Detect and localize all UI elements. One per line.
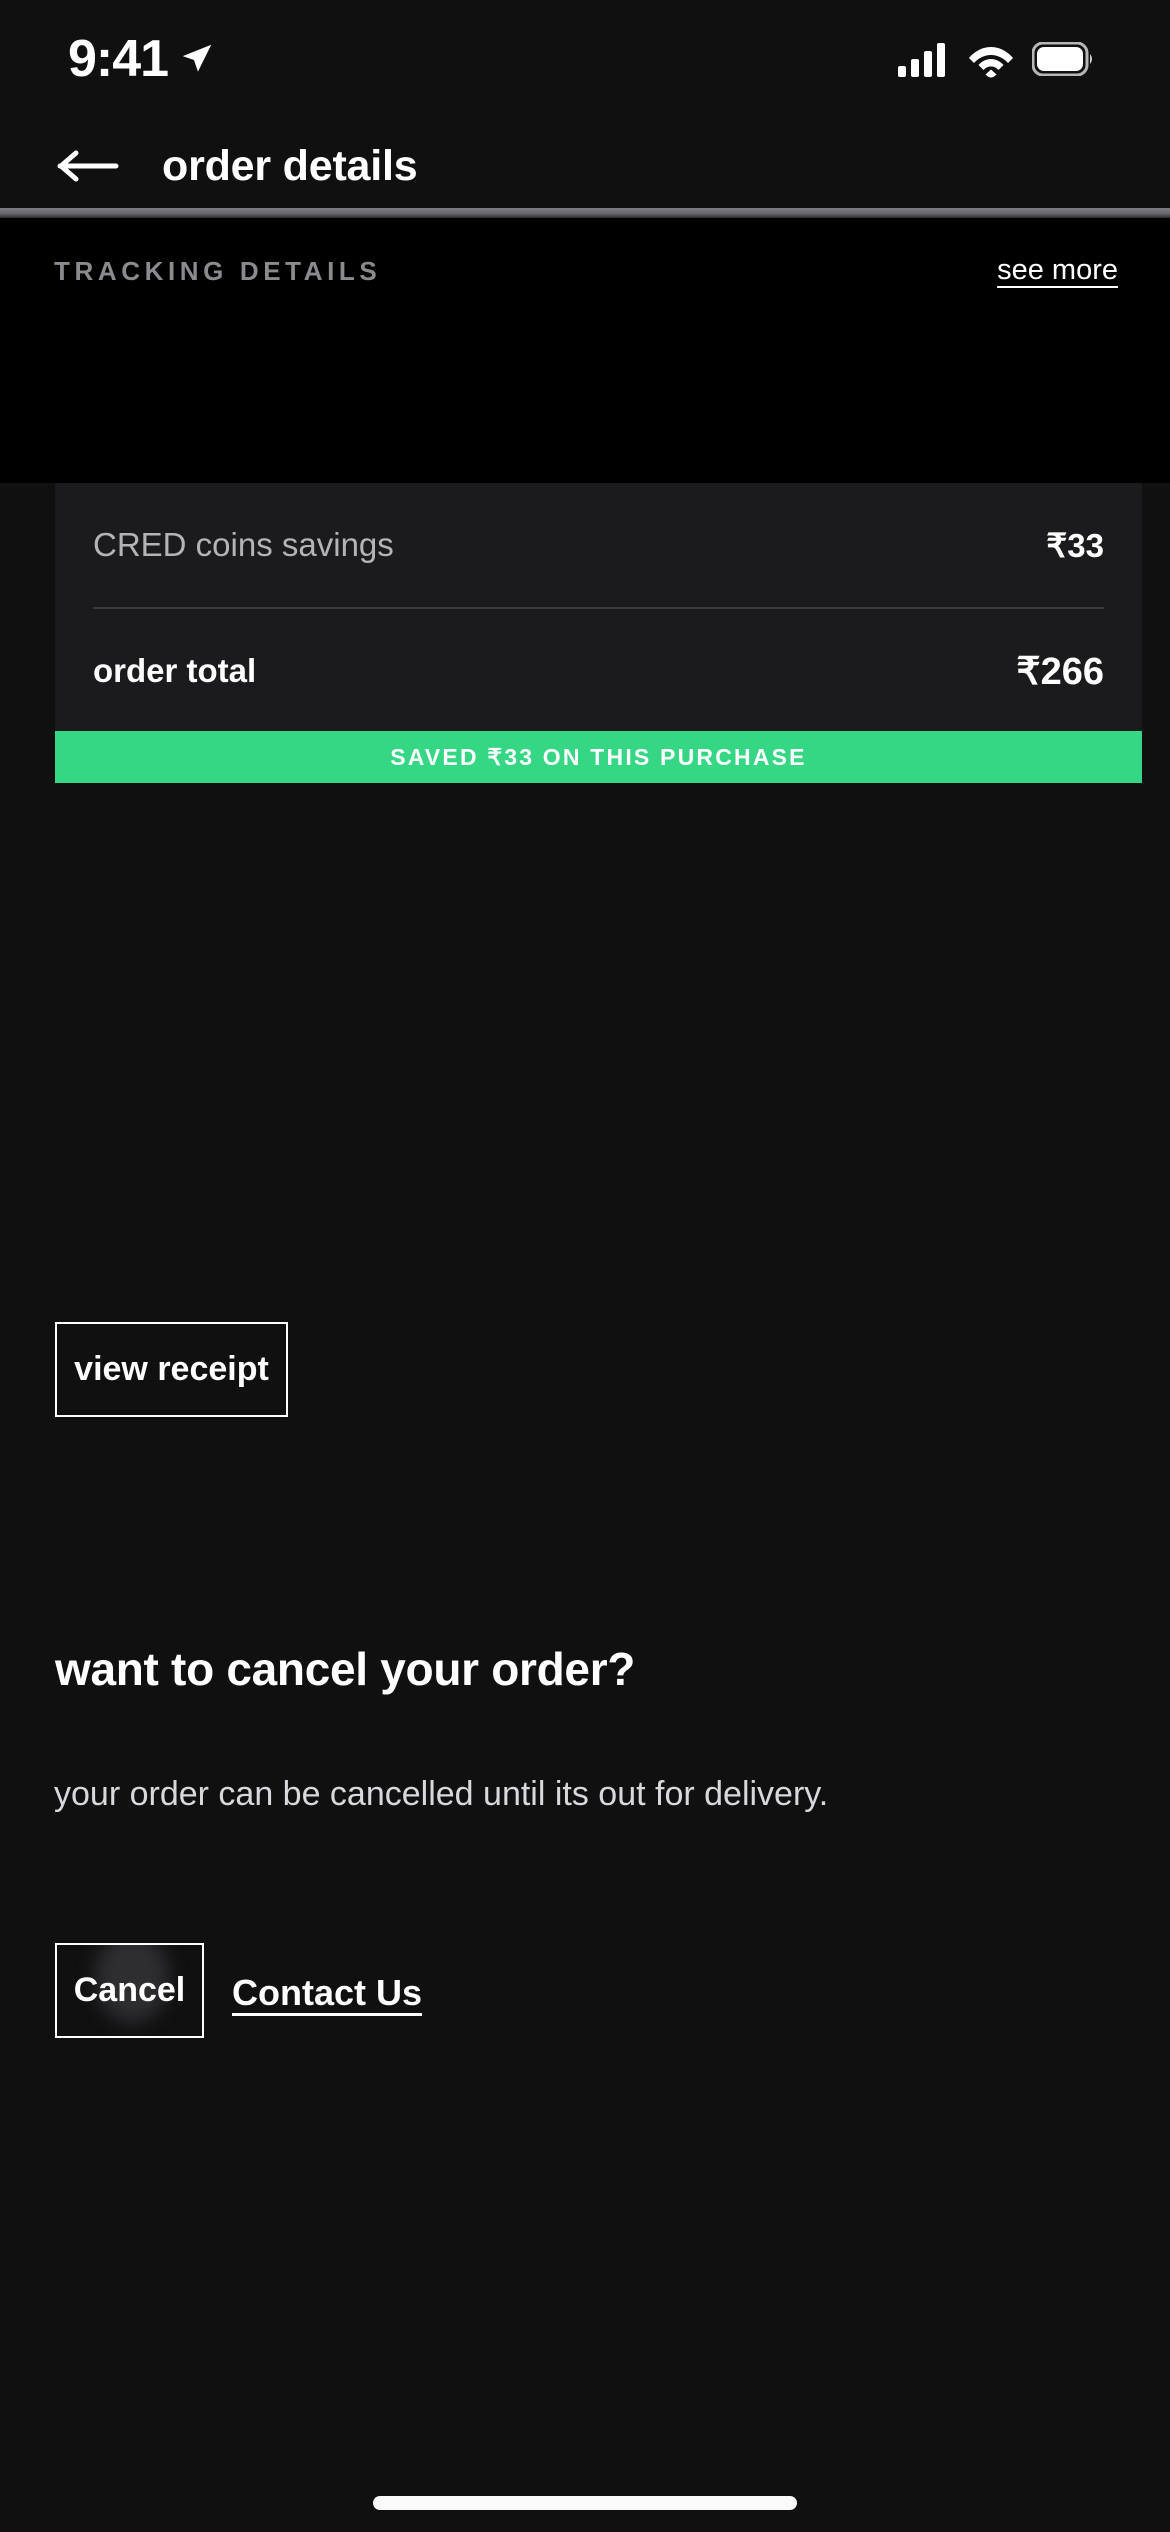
cancel-order-label: Cancel: [73, 1971, 186, 2009]
summary-value: ₹266: [1016, 650, 1104, 693]
cancel-section-title: want to cancel your order?: [55, 1643, 636, 1695]
summary-value: ₹33: [1046, 526, 1104, 564]
home-indicator[interactable]: [373, 2496, 797, 2510]
order-summary-card: CRED coins savings ₹33 order total ₹266: [55, 483, 1142, 731]
wifi-icon: [969, 47, 1013, 78]
cellular-bars-icon: [898, 43, 945, 77]
cancel-section-description: your order can be cancelled until its ou…: [54, 1775, 829, 1813]
back-button[interactable]: [40, 118, 136, 214]
tracking-header-row: TRACKING DETAILS see more: [0, 218, 1170, 287]
status-bar: 9:41: [0, 0, 1170, 118]
contact-us-link[interactable]: Contact Us: [232, 1972, 422, 2014]
page-title: order details: [162, 141, 418, 190]
summary-label: CRED coins savings: [93, 526, 394, 563]
see-more-link[interactable]: see more: [997, 254, 1118, 287]
status-bar-right: [898, 40, 1094, 78]
tracking-section-label: TRACKING DETAILS: [54, 256, 382, 286]
tracking-details-section: TRACKING DETAILS see more order confirme…: [0, 218, 1170, 483]
summary-label: order total: [93, 652, 257, 689]
saved-amount-text: SAVED ₹33 ON THIS PURCHASE: [390, 743, 807, 770]
summary-row-order-total: order total ₹266: [93, 609, 1104, 733]
page-header: order details: [0, 118, 1170, 214]
header-divider: [0, 208, 1170, 218]
saved-amount-banner: SAVED ₹33 ON THIS PURCHASE: [55, 731, 1142, 783]
battery-full-icon: [1032, 42, 1092, 76]
summary-row-cred-coins-savings: CRED coins savings ₹33: [93, 483, 1104, 607]
view-receipt-label: view receipt: [74, 1350, 269, 1388]
status-bar-left: 9:41: [68, 33, 216, 85]
back-arrow-icon: [57, 150, 119, 182]
location-arrow-icon: [182, 44, 212, 72]
status-bar-clock: 9:41: [68, 30, 169, 88]
cancel-order-button[interactable]: Cancel: [55, 1943, 204, 2038]
view-receipt-button[interactable]: view receipt: [55, 1322, 288, 1417]
